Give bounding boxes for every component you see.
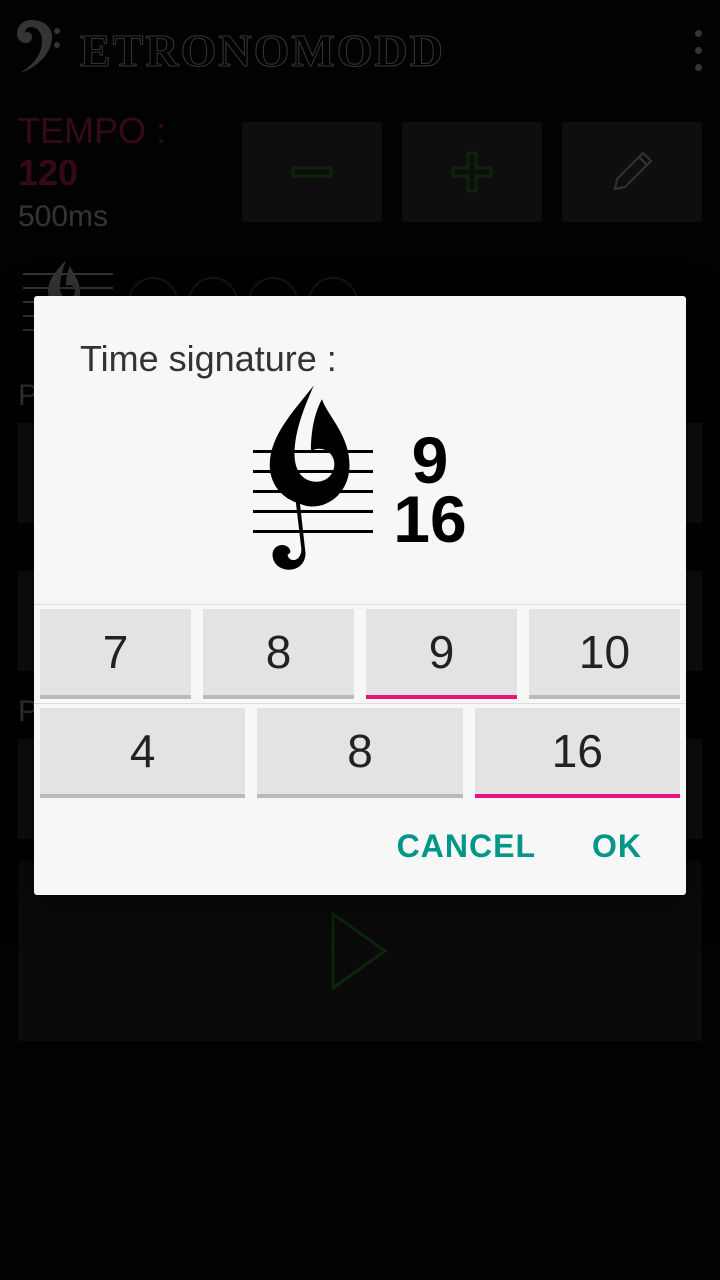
numerator-option-7[interactable]: 7 (40, 609, 191, 699)
denominator-option-8[interactable]: 8 (257, 708, 462, 798)
signature-display: 9 16 (34, 400, 686, 604)
denominator-picker: 4816 (34, 703, 686, 802)
denominator-option-16[interactable]: 16 (475, 708, 680, 798)
cancel-button[interactable]: CANCEL (397, 828, 536, 865)
dialog-actions: CANCEL OK (34, 802, 686, 891)
denominator-option-4[interactable]: 4 (40, 708, 245, 798)
numerator-option-8[interactable]: 8 (203, 609, 354, 699)
numerator-picker: 78910 (34, 604, 686, 703)
staff-with-clef (253, 400, 373, 580)
ok-button[interactable]: OK (592, 828, 642, 865)
numerator-option-9[interactable]: 9 (366, 609, 517, 699)
numerator-option-10[interactable]: 10 (529, 609, 680, 699)
treble-clef-icon (211, 380, 411, 600)
time-signature-dialog: Time signature : 9 16 78910 4816 CANCEL … (34, 296, 686, 895)
